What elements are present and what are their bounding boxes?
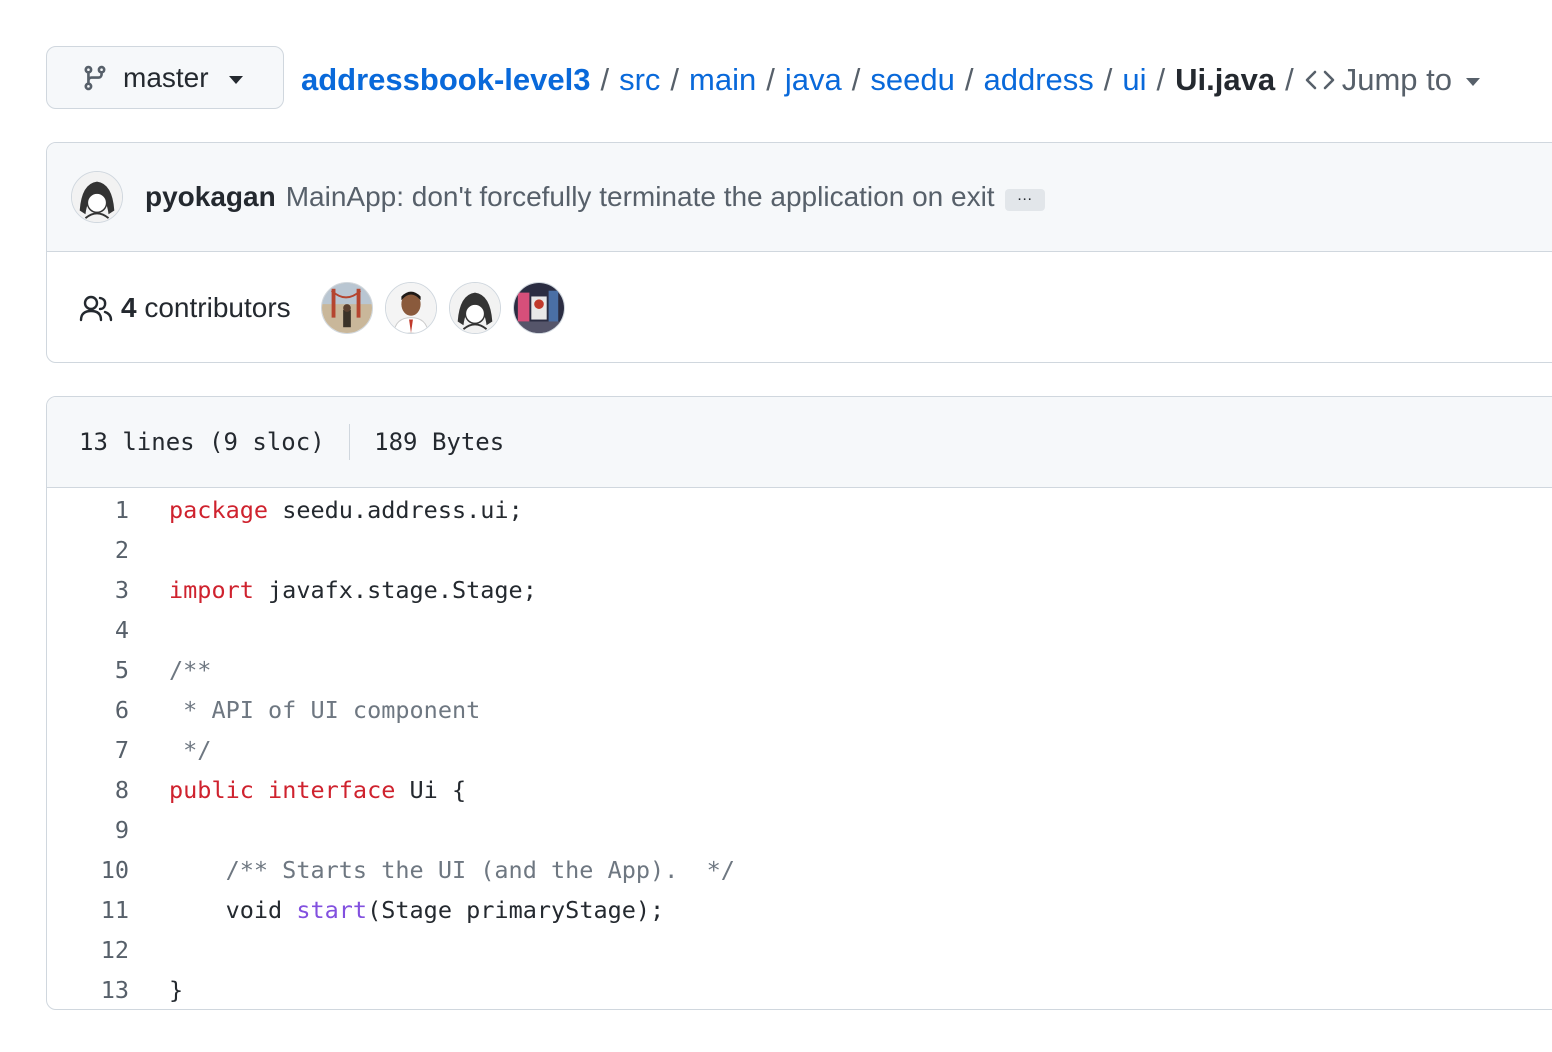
breadcrumb-seedu[interactable]: seedu xyxy=(870,62,954,98)
line-number[interactable]: 10 xyxy=(47,856,169,884)
contributor-avatar[interactable] xyxy=(512,282,565,334)
code-comment: /** Starts the UI (and the App). */ xyxy=(169,856,735,884)
latest-commit-box: pyokagan MainApp: don't forcefully termi… xyxy=(46,142,1552,363)
breadcrumb-address[interactable]: address xyxy=(983,62,1093,98)
code-line: 5 /** xyxy=(47,650,1552,690)
line-number[interactable]: 1 xyxy=(47,496,169,524)
code-keyword: import xyxy=(169,576,254,604)
breadcrumb: addressbook-level3 / src / main / java /… xyxy=(301,58,1481,102)
contributor-avatar[interactable] xyxy=(384,282,437,334)
commit-author[interactable]: pyokagan xyxy=(145,181,276,213)
breadcrumb-separator: / xyxy=(766,62,775,97)
line-number[interactable]: 6 xyxy=(47,696,169,724)
jump-to-button[interactable]: Jump to xyxy=(1304,62,1481,98)
line-number[interactable]: 7 xyxy=(47,736,169,764)
chevron-down-icon xyxy=(1466,77,1481,86)
jump-to-label: Jump to xyxy=(1341,62,1453,97)
line-number[interactable]: 13 xyxy=(47,976,169,1004)
code-line: 4 xyxy=(47,610,1552,650)
git-branch-icon xyxy=(84,65,106,90)
line-number[interactable]: 12 xyxy=(47,936,169,964)
file-viewer: 13 lines (9 sloc) 189 Bytes 1 package se… xyxy=(46,396,1552,1010)
contributors-count: 4 xyxy=(121,292,137,323)
code-comment: * API of UI component xyxy=(169,696,481,724)
code-line: 3 import javafx.stage.Stage; xyxy=(47,570,1552,610)
line-number[interactable]: 8 xyxy=(47,776,169,804)
code-line: 13 } xyxy=(47,970,1552,1009)
code-line: 2 xyxy=(47,530,1552,570)
breadcrumb-repo[interactable]: addressbook-level3 xyxy=(301,62,590,98)
breadcrumb-java[interactable]: java xyxy=(785,62,842,98)
line-number[interactable]: 2 xyxy=(47,536,169,564)
code-line: 10 /** Starts the UI (and the App). */ xyxy=(47,850,1552,890)
line-number[interactable]: 4 xyxy=(47,616,169,644)
commit-message[interactable]: MainApp: don't forcefully terminate the … xyxy=(286,181,995,213)
breadcrumb-ui[interactable]: ui xyxy=(1122,62,1146,98)
contributors-label: contributors xyxy=(144,292,291,323)
contributors-row: 4 contributors xyxy=(47,252,1552,362)
code-text: (Stage primaryStage); xyxy=(367,896,665,924)
file-info-divider xyxy=(348,424,351,460)
breadcrumb-current-file: Ui.java xyxy=(1175,62,1276,97)
code-comment: */ xyxy=(169,736,212,764)
line-number[interactable]: 11 xyxy=(47,896,169,924)
code-keyword: public xyxy=(169,776,254,804)
file-info-bar: 13 lines (9 sloc) 189 Bytes xyxy=(47,397,1552,488)
line-number[interactable]: 3 xyxy=(47,576,169,604)
contributor-avatar[interactable] xyxy=(448,282,501,334)
file-line-count: 13 lines (9 sloc) xyxy=(79,428,325,456)
code-icon xyxy=(1305,70,1335,90)
code-line: 1 package seedu.address.ui; xyxy=(47,490,1552,530)
code-text: } xyxy=(169,976,184,1004)
breadcrumb-separator: / xyxy=(1156,62,1166,97)
branch-name: master xyxy=(123,61,209,93)
code-keyword: interface xyxy=(268,776,396,804)
breadcrumb-main[interactable]: main xyxy=(689,62,756,98)
code-text: Ui { xyxy=(395,776,467,804)
code-comment: /** xyxy=(169,656,212,684)
code-line: 6 * API of UI component xyxy=(47,690,1552,730)
breadcrumb-separator: / xyxy=(670,62,680,97)
code-listing: 1 package seedu.address.ui; 2 3 import j… xyxy=(47,488,1552,1009)
breadcrumb-separator: / xyxy=(1103,62,1113,97)
code-text: void xyxy=(169,896,297,924)
code-text: seedu.address.ui; xyxy=(268,496,523,524)
contributor-avatars xyxy=(320,282,565,334)
line-number[interactable]: 9 xyxy=(47,816,169,844)
contributors-link[interactable]: 4 contributors xyxy=(121,292,291,324)
breadcrumb-separator: / xyxy=(600,62,610,97)
code-line: 7 */ xyxy=(47,730,1552,770)
commit-expand-button[interactable]: … xyxy=(1004,188,1045,211)
chevron-down-icon xyxy=(228,75,243,84)
author-avatar[interactable] xyxy=(71,171,123,223)
code-line: 12 xyxy=(47,930,1552,970)
branch-select-button[interactable]: master xyxy=(46,46,284,109)
line-number[interactable]: 5 xyxy=(47,656,169,684)
code-line: 9 xyxy=(47,810,1552,850)
breadcrumb-separator: / xyxy=(851,62,861,97)
breadcrumb-separator: / xyxy=(964,62,974,97)
code-line: 11 void start (Stage primaryStage); xyxy=(47,890,1552,930)
code-function: start xyxy=(296,896,368,924)
contributor-avatar[interactable] xyxy=(320,282,373,334)
file-size: 189 Bytes xyxy=(374,428,505,456)
breadcrumb-src[interactable]: src xyxy=(619,62,660,98)
code-keyword: package xyxy=(169,496,269,524)
people-icon xyxy=(79,295,113,322)
latest-commit-row: pyokagan MainApp: don't forcefully termi… xyxy=(47,143,1552,252)
code-text: javafx.stage.Stage; xyxy=(253,576,537,604)
code-line: 8 public interface Ui { xyxy=(47,770,1552,810)
breadcrumb-separator: / xyxy=(1285,62,1294,97)
